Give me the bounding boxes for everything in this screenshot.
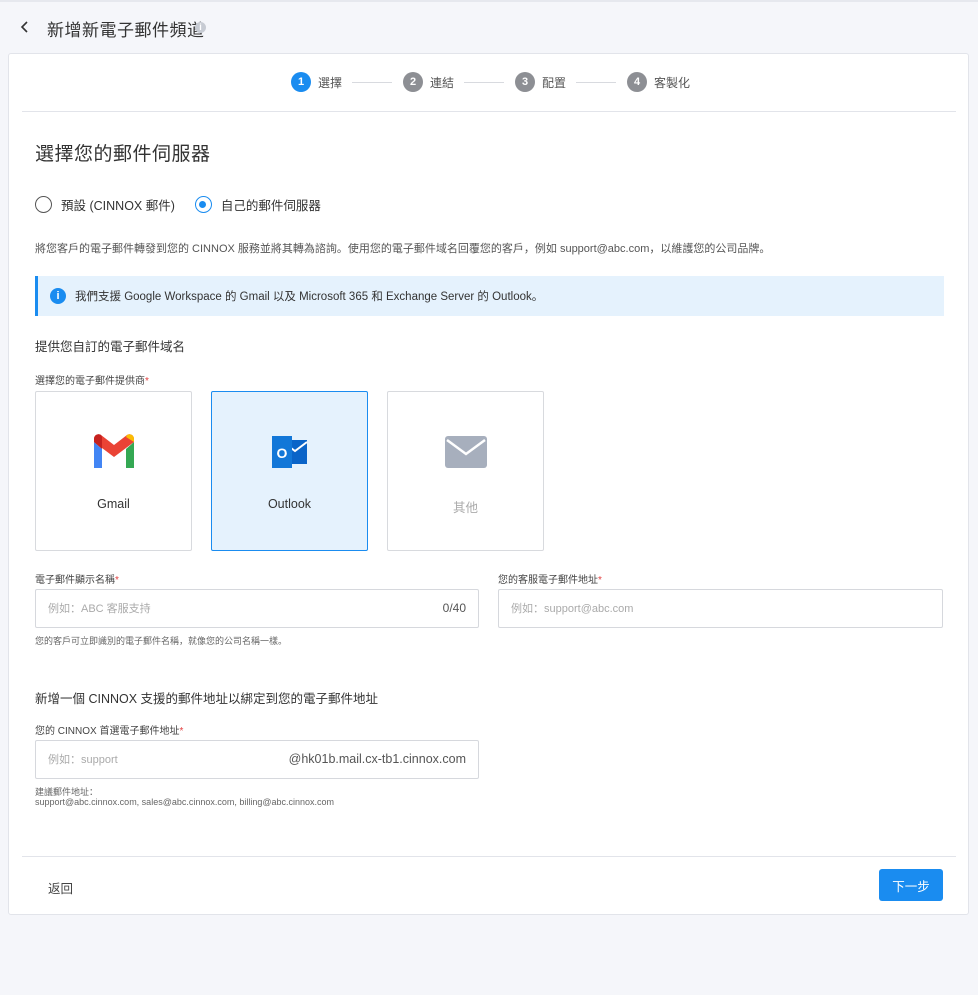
- stepper: 1 選擇 2 連結 3 配置 4 客製化: [9, 54, 970, 112]
- preferred-email-input[interactable]: @hk01b.mail.cx-tb1.cinnox.com: [35, 740, 479, 779]
- step-3: 3 配置: [515, 72, 566, 92]
- radio-label: 預設 (CINNOX 郵件): [61, 199, 175, 213]
- info-banner: i 我們支援 Google Workspace 的 Gmail 以及 Micro…: [35, 276, 944, 316]
- provider-label-text: 選擇您的電子郵件提供商: [35, 376, 145, 387]
- display-name-label-text: 電子郵件顯示名稱: [35, 575, 115, 586]
- step-number: 2: [403, 72, 423, 92]
- provider-name: Outlook: [267, 497, 312, 511]
- step-label: 選擇: [318, 75, 343, 90]
- back-button[interactable]: 返回: [48, 878, 73, 897]
- preferred-email-label: 您的 CINNOX 首選電子郵件地址*: [35, 722, 183, 737]
- support-email-input[interactable]: [498, 589, 943, 628]
- step-number: 1: [291, 72, 311, 92]
- divider: [22, 111, 956, 112]
- display-name-input[interactable]: 0/40: [35, 589, 479, 628]
- top-border: [0, 0, 978, 2]
- radio-default-mail[interactable]: 預設 (CINNOX 郵件): [35, 195, 175, 214]
- char-counter: 0/40: [442, 601, 466, 615]
- mail-icon: [443, 432, 489, 472]
- display-name-helper: 您的客戶可立即識別的電子郵件名稱，就像您的公司名稱一樣。: [35, 636, 288, 646]
- step-label: 配置: [542, 75, 567, 90]
- display-name-label: 電子郵件顯示名稱*: [35, 571, 119, 586]
- page-title: 新增新電子郵件頻道: [47, 21, 205, 40]
- step-label: 客製化: [654, 75, 691, 90]
- info-circle-icon: i: [50, 288, 66, 304]
- page-header: 新增新電子郵件頻道 i: [0, 10, 978, 44]
- radio-label: 自己的郵件伺服器: [220, 199, 321, 213]
- next-button[interactable]: 下一步: [879, 869, 943, 901]
- support-email-label: 您的客服電子郵件地址*: [498, 571, 602, 586]
- step-number: 4: [627, 72, 647, 92]
- step-label: 連結: [430, 75, 455, 90]
- radio-circle[interactable]: [35, 196, 52, 213]
- provider-gmail[interactable]: Gmail: [35, 391, 192, 551]
- step-2: 2 連結: [403, 72, 454, 92]
- display-name-field[interactable]: [36, 590, 478, 627]
- step-connector: [576, 82, 616, 83]
- step-number: 3: [515, 72, 535, 92]
- required-mark: *: [598, 575, 602, 586]
- suggested-email-list: support@abc.cinnox.com, sales@abc.cinnox…: [35, 797, 335, 807]
- required-mark: *: [145, 376, 149, 387]
- preferred-email-label-text: 您的 CINNOX 首選電子郵件地址: [35, 726, 180, 737]
- svg-text:O: O: [277, 445, 288, 461]
- step-4: 4 客製化: [627, 72, 690, 92]
- bind-email-title: 新增一個 CINNOX 支援的郵件地址以綁定到您的電子郵件地址: [35, 692, 379, 706]
- provider-outlook[interactable]: O Outlook: [211, 391, 368, 551]
- info-icon[interactable]: i: [195, 22, 206, 33]
- step-connector: [352, 82, 392, 83]
- email-domain-suffix: @hk01b.mail.cx-tb1.cinnox.com: [288, 752, 466, 766]
- provider-label: 選擇您的電子郵件提供商*: [35, 372, 149, 387]
- gmail-icon: [91, 432, 137, 472]
- provider-name: Gmail: [97, 497, 130, 511]
- step-connector: [464, 82, 504, 83]
- provider-other[interactable]: 其他: [387, 391, 544, 551]
- info-banner-text: 我們支援 Google Workspace 的 Gmail 以及 Microso…: [75, 291, 544, 303]
- server-radio-group: 預設 (CINNOX 郵件) 自己的郵件伺服器: [35, 195, 341, 214]
- description-text: 將您客戶的電子郵件轉發到您的 CINNOX 服務並將其轉為諮詢。使用您的電子郵件…: [35, 243, 771, 255]
- back-arrow-icon[interactable]: [14, 16, 36, 38]
- required-mark: *: [179, 726, 184, 737]
- section-title: 選擇您的郵件伺服器: [35, 144, 211, 165]
- support-email-field[interactable]: [499, 590, 942, 627]
- main-card: 1 選擇 2 連結 3 配置 4 客製化 選擇您的郵件伺服器 預設 (CINNO…: [8, 53, 969, 915]
- provider-name: 其他: [452, 501, 478, 515]
- custom-domain-title: 提供您自訂的電子郵件域名: [35, 340, 186, 354]
- support-email-label-text: 您的客服電子郵件地址: [498, 575, 598, 586]
- radio-own-mail-server[interactable]: 自己的郵件伺服器: [194, 195, 321, 214]
- divider: [22, 856, 956, 857]
- outlook-icon: O: [267, 432, 313, 472]
- required-mark: *: [115, 575, 119, 586]
- step-1: 1 選擇: [291, 72, 342, 92]
- radio-circle[interactable]: [194, 196, 212, 213]
